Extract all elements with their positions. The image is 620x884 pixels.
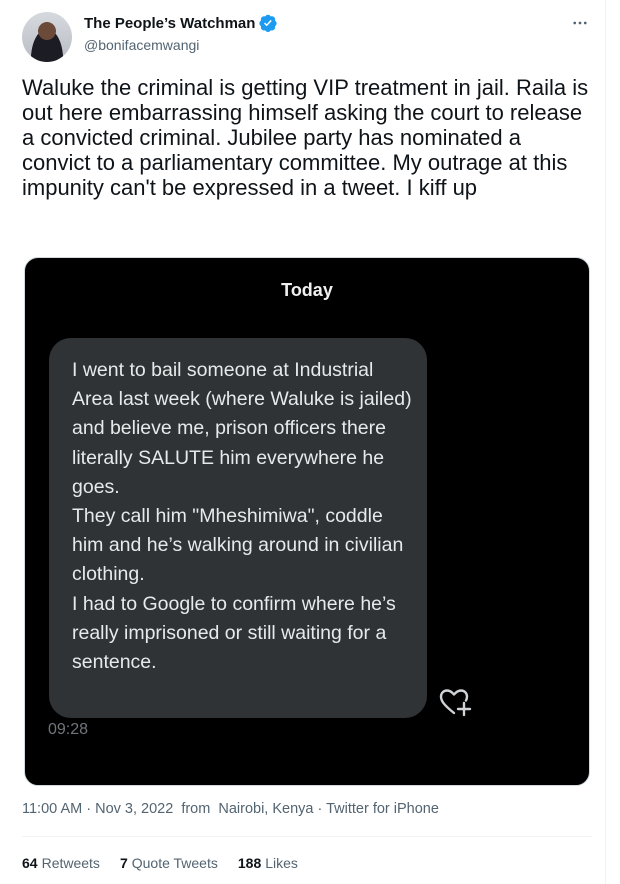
tweet-source[interactable]: Twitter for iPhone [326, 801, 439, 817]
chat-message-bubble: I went to bail someone at Industrial Are… [49, 338, 427, 718]
tweet-location[interactable]: Nairobi, Kenya [218, 801, 313, 817]
author-name-row[interactable]: The People’s Watchman [84, 14, 278, 32]
quote-tweets-stat[interactable]: 7 Quote Tweets [120, 855, 218, 871]
tweet-card: The People’s Watchman @bonifacemwangi Wa… [0, 0, 606, 884]
meta-separator: · [86, 801, 96, 817]
display-name[interactable]: The People’s Watchman [84, 15, 255, 32]
quotes-label: Quote Tweets [131, 855, 218, 871]
tweet-time[interactable]: 11:00 AM [22, 801, 82, 817]
chat-message-time: 09:28 [48, 721, 89, 738]
heart-add-icon [439, 689, 472, 717]
more-dots-glyph [573, 21, 587, 25]
likes-label: Likes [265, 855, 298, 871]
tweet-meta: 11:00 AM · Nov 3, 2022 from Nairobi, Ken… [22, 801, 439, 817]
retweets-label: Retweets [41, 855, 100, 871]
retweets-count: 64 [22, 855, 38, 871]
retweets-stat[interactable]: 64 Retweets [22, 855, 100, 871]
tweet-date[interactable]: Nov 3, 2022 [95, 801, 173, 817]
likes-count: 188 [237, 855, 262, 871]
verified-badge-icon [259, 14, 278, 32]
likes-stat[interactable]: 188 Likes [238, 855, 298, 871]
attached-image[interactable]: Today I went to bail someone at Industri… [24, 257, 590, 786]
chat-message-text: I went to bail someone at Industrial Are… [72, 359, 412, 674]
tweet-stats: 64 Retweets 7 Quote Tweets 188 Likes [22, 855, 298, 871]
quotes-count: 7 [119, 855, 128, 871]
location-prefix: from [181, 801, 211, 817]
tweet-text: Waluke the criminal is getting VIP treat… [22, 75, 589, 200]
chat-day-label: Today [281, 280, 333, 300]
more-horizontal-icon[interactable] [567, 12, 593, 34]
user-handle[interactable]: @bonifacemwangi [84, 37, 199, 53]
divider [22, 836, 592, 837]
meta-separator: · [317, 801, 327, 817]
avatar[interactable] [22, 12, 72, 62]
